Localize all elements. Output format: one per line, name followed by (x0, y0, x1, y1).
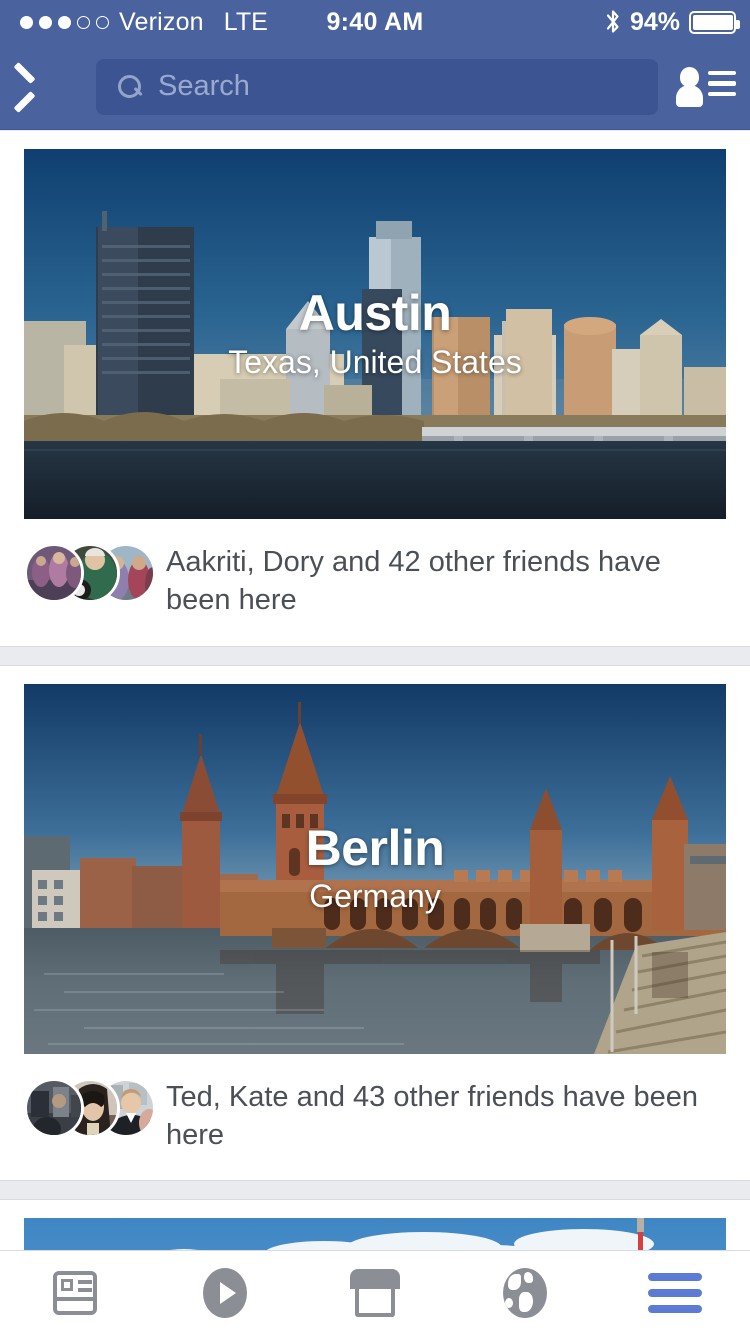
tab-watch[interactable] (150, 1251, 300, 1334)
search-placeholder: Search (158, 70, 250, 102)
tab-news-feed[interactable] (0, 1251, 150, 1334)
status-bar: Verizon LTE 9:40 AM 94% (0, 0, 750, 44)
city-name: Berlin (305, 819, 445, 876)
friend-requests-icon (676, 66, 736, 107)
friend-avatar-stack[interactable] (24, 1077, 156, 1140)
avatar[interactable] (24, 543, 84, 603)
battery-icon (689, 10, 740, 34)
status-bar-right: 94% (605, 7, 740, 37)
city-cover-photo[interactable]: Berlin Germany (24, 683, 726, 1054)
navigation-bar: Search (0, 44, 750, 130)
city-card[interactable]: Austin Texas, United States Aakriti, Dor… (0, 131, 750, 646)
back-chevron-icon (27, 68, 49, 106)
city-label-overlay: Austin Texas, United States (24, 149, 726, 519)
friends-been-here-text: Aakriti, Dory and 42 other friends have … (166, 546, 661, 617)
city-cover-photo[interactable]: Austin Texas, United States (24, 149, 726, 519)
city-feed-list[interactable]: Austin Texas, United States Aakriti, Dor… (0, 131, 750, 1250)
third-city-image (24, 1218, 726, 1250)
city-region: Texas, United States (228, 343, 522, 380)
store-icon (350, 1268, 400, 1317)
search-input[interactable]: Search (96, 58, 658, 115)
search-icon (118, 74, 142, 99)
city-region: Germany (309, 878, 441, 915)
friend-requests-button[interactable] (664, 44, 750, 130)
city-card[interactable] (0, 1200, 750, 1250)
tab-menu[interactable] (600, 1251, 750, 1334)
tab-notifications[interactable] (450, 1251, 600, 1334)
avatar[interactable] (24, 1077, 84, 1138)
globe-icon (503, 1267, 547, 1318)
city-cover-photo[interactable] (24, 1218, 726, 1250)
hamburger-menu-icon (648, 1272, 702, 1313)
city-name: Austin (298, 285, 452, 342)
back-button[interactable] (0, 44, 76, 130)
battery-percent-label: 94% (629, 7, 680, 36)
city-card[interactable]: Berlin Germany Ted, Kate and 43 other fr… (0, 665, 750, 1181)
tab-marketplace[interactable] (300, 1251, 450, 1334)
friends-been-here-text: Ted, Kate and 43 other friends have been… (166, 1080, 699, 1151)
bluetooth-icon (605, 9, 621, 35)
news-feed-icon (53, 1270, 97, 1315)
app-root: Verizon LTE 9:40 AM 94% Search Austin Te… (0, 0, 750, 1334)
card-separator (0, 645, 750, 666)
friend-avatar-stack[interactable] (24, 543, 156, 605)
city-label-overlay: Berlin Germany (24, 684, 726, 1054)
friends-been-here-row[interactable]: Ted, Kate and 43 other friends have been… (0, 1054, 750, 1181)
card-separator (0, 1180, 750, 1201)
bottom-tab-bar (0, 1250, 750, 1334)
friends-been-here-row[interactable]: Aakriti, Dory and 42 other friends have … (0, 519, 750, 646)
play-circle-icon (203, 1267, 247, 1318)
